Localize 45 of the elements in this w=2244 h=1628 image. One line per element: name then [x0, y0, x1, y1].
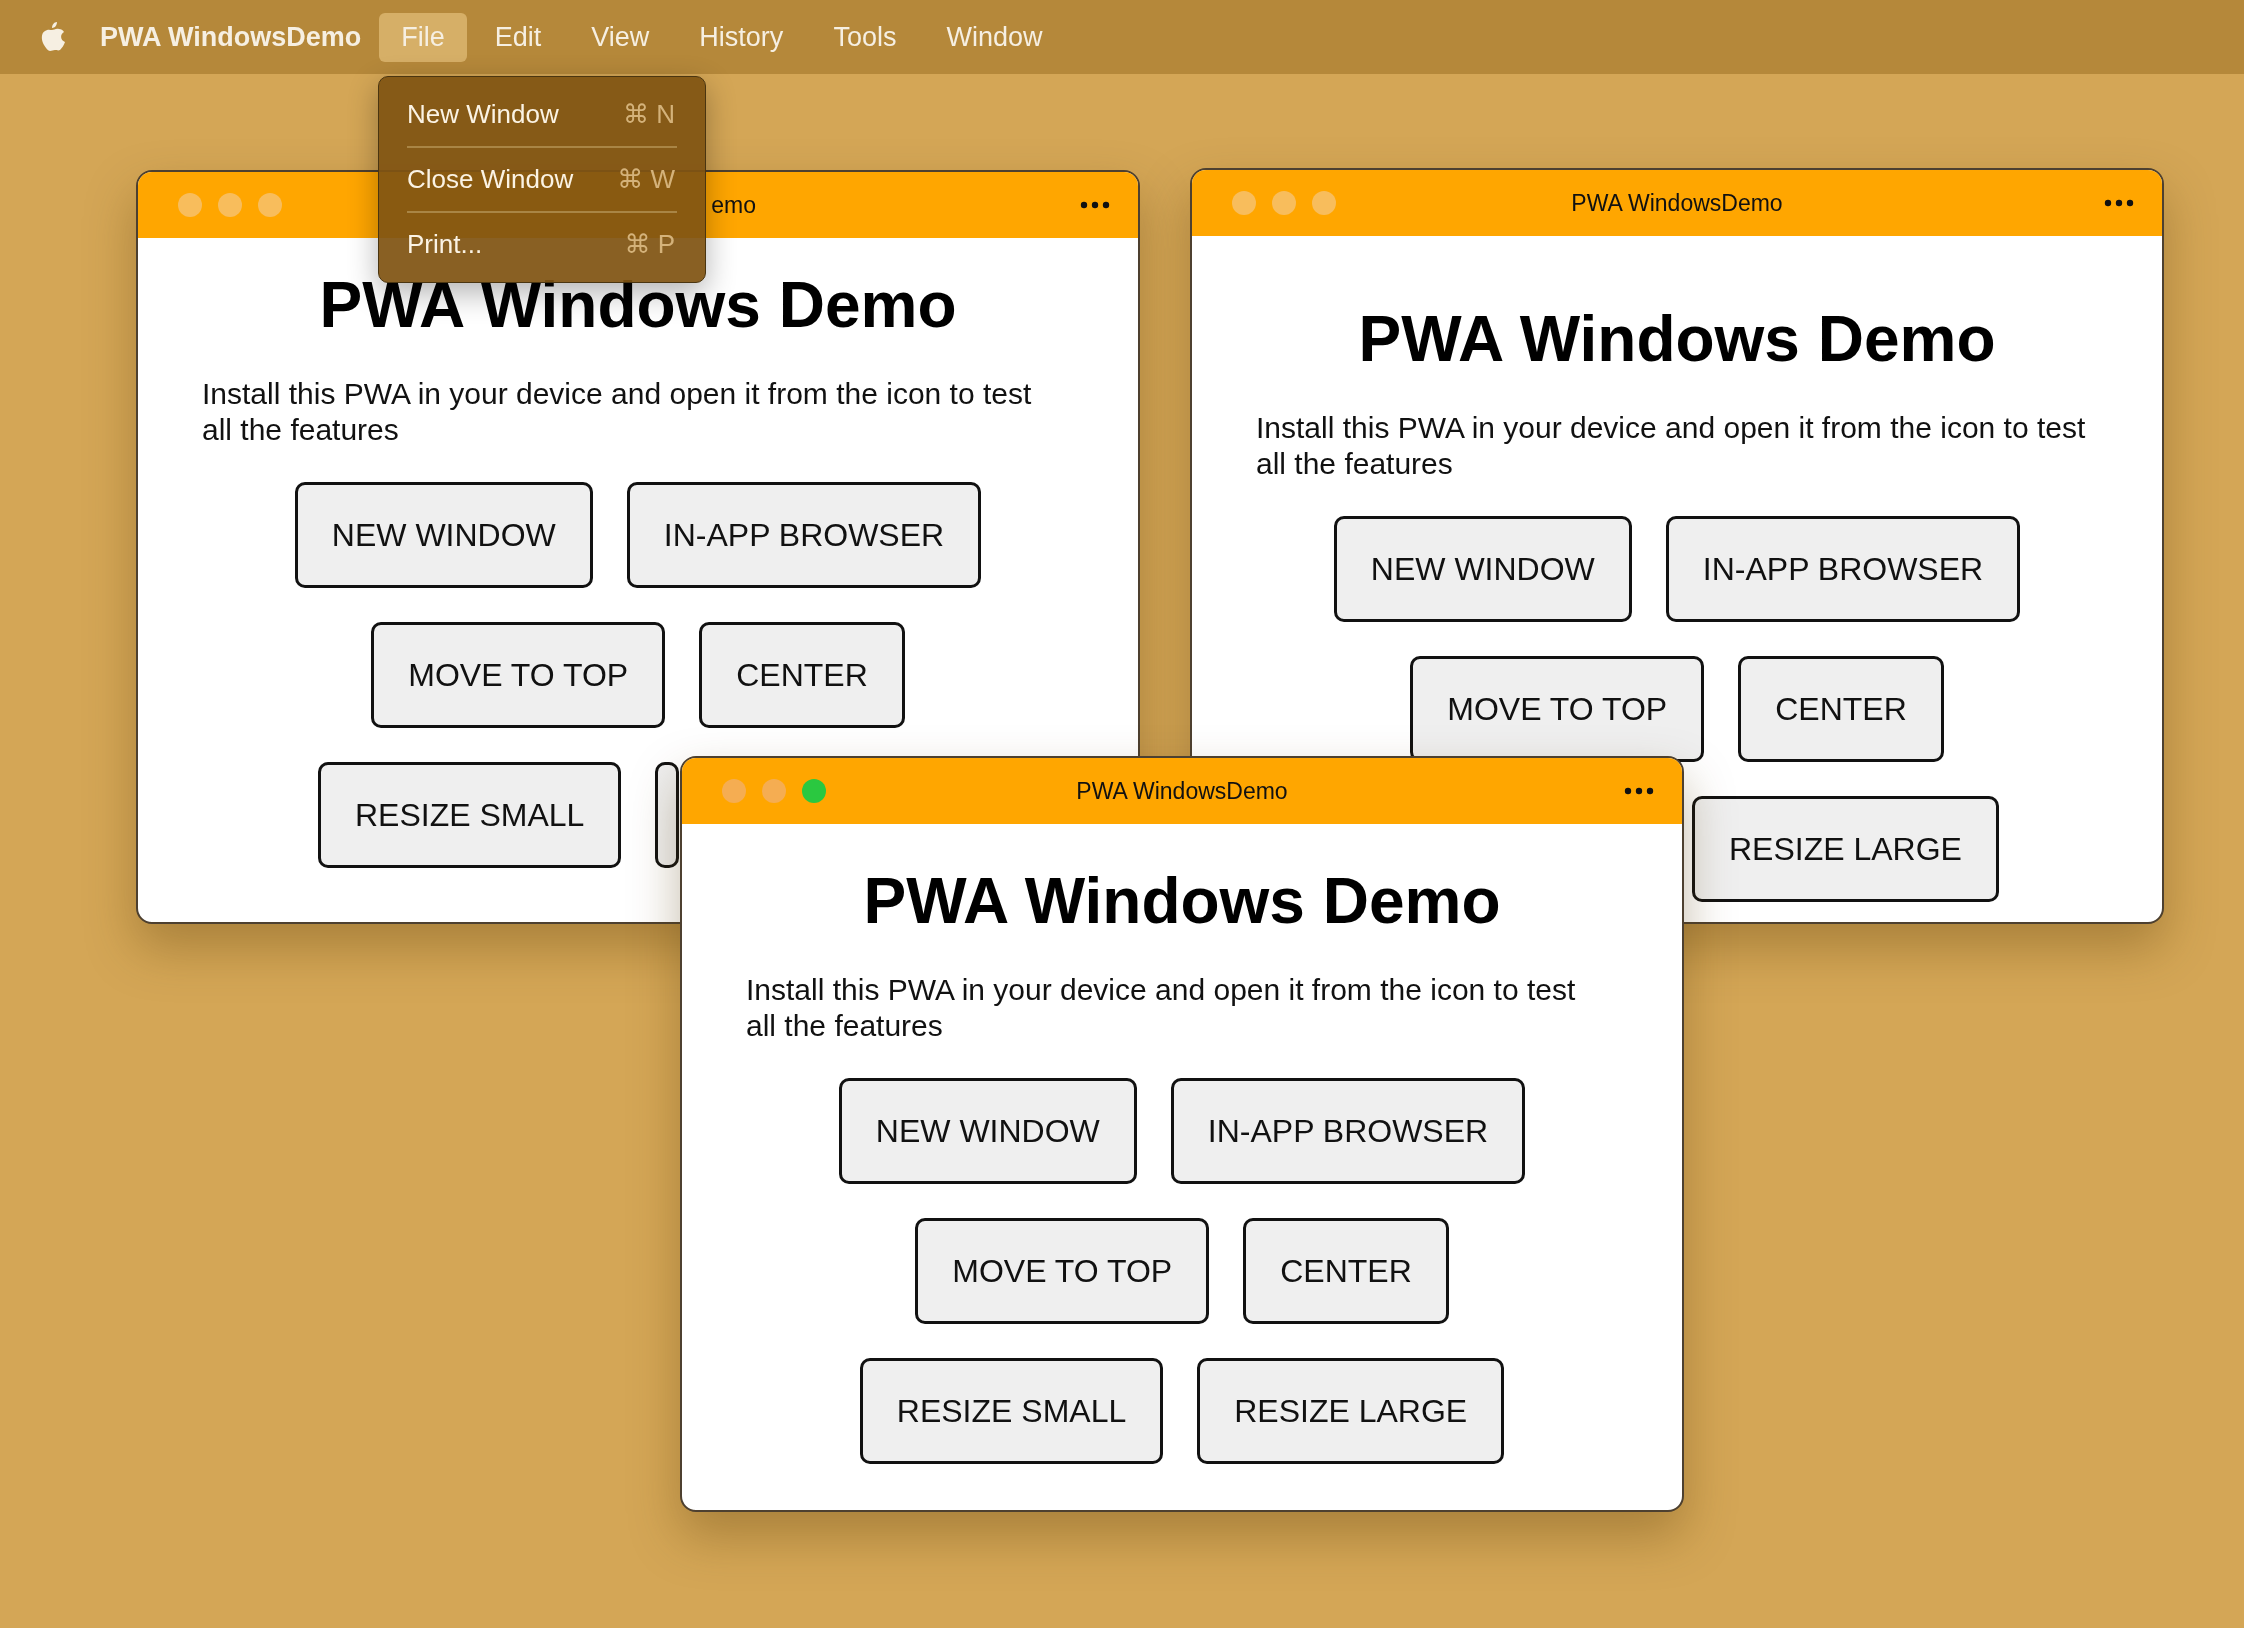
action-button[interactable]: RESIZE SMALL	[859, 1358, 1164, 1464]
window-control-icon[interactable]	[1232, 191, 1256, 215]
menu-item-label: Print...	[407, 229, 483, 260]
menu-item[interactable]: New Window ⌘ N	[379, 85, 705, 144]
menu-item-label: New Window	[407, 99, 559, 130]
window-control-icon[interactable]	[1272, 191, 1296, 215]
action-button[interactable]: NEW WINDOW	[838, 1078, 1137, 1184]
action-button[interactable]: IN-APP BROWSER	[1170, 1078, 1526, 1184]
action-button[interactable]: MOVE TO TOP	[915, 1218, 1210, 1324]
window-control-icon[interactable]	[218, 193, 242, 217]
intro-text: Install this PWA in your device and open it from the icon to test all the features	[202, 376, 1033, 448]
page-heading: PWA Windows Demo	[1358, 302, 1996, 376]
window-control-icon[interactable]	[1312, 191, 1336, 215]
window-control-icon[interactable]	[762, 779, 786, 803]
action-button[interactable]: IN-APP BROWSER	[626, 482, 982, 588]
shortcut-label: ⌘ P	[624, 229, 675, 260]
shortcut-label: ⌘ N	[623, 99, 675, 130]
action-button[interactable]: MOVE TO TOP	[371, 622, 666, 728]
window-title: PWA WindowsDemo	[1571, 189, 1783, 217]
action-button[interactable]: CENTER	[699, 622, 905, 728]
action-button[interactable]	[655, 762, 680, 868]
shortcut-label: ⌘ W	[617, 164, 675, 195]
action-button[interactable]: MOVE TO TOP	[1410, 656, 1705, 762]
intro-text: Install this PWA in your device and open it from the icon to test all the features	[746, 972, 1577, 1044]
action-button[interactable]: CENTER	[1738, 656, 1944, 762]
more-icon[interactable]	[1624, 787, 1654, 795]
action-button[interactable]: RESIZE LARGE	[1197, 1358, 1505, 1464]
menu-item[interactable]: Close Window ⌘ W	[379, 150, 705, 209]
action-button[interactable]: RESIZE LARGE	[1692, 796, 1999, 902]
action-button[interactable]: NEW WINDOW	[1333, 516, 1632, 622]
more-icon[interactable]	[2104, 199, 2134, 207]
page-heading: PWA Windows Demo	[863, 864, 1501, 938]
action-button[interactable]: CENTER	[1243, 1218, 1449, 1324]
action-button[interactable]: IN-APP BROWSER	[1665, 516, 2021, 622]
window-title: emo	[710, 191, 756, 219]
window-control-icon[interactable]	[178, 193, 202, 217]
intro-text: Install this PWA in your device and open it from the icon to test all the features	[1256, 410, 2087, 482]
more-icon[interactable]	[1080, 201, 1110, 209]
window-control-icon[interactable]	[802, 779, 826, 803]
menu-item-label: Close Window	[407, 164, 574, 195]
window-control-icon[interactable]	[258, 193, 282, 217]
action-button[interactable]: RESIZE SMALL	[318, 762, 622, 868]
window-title: PWA WindowsDemo	[1076, 777, 1288, 805]
window-control-icon[interactable]	[722, 779, 746, 803]
action-button[interactable]: NEW WINDOW	[294, 482, 593, 588]
